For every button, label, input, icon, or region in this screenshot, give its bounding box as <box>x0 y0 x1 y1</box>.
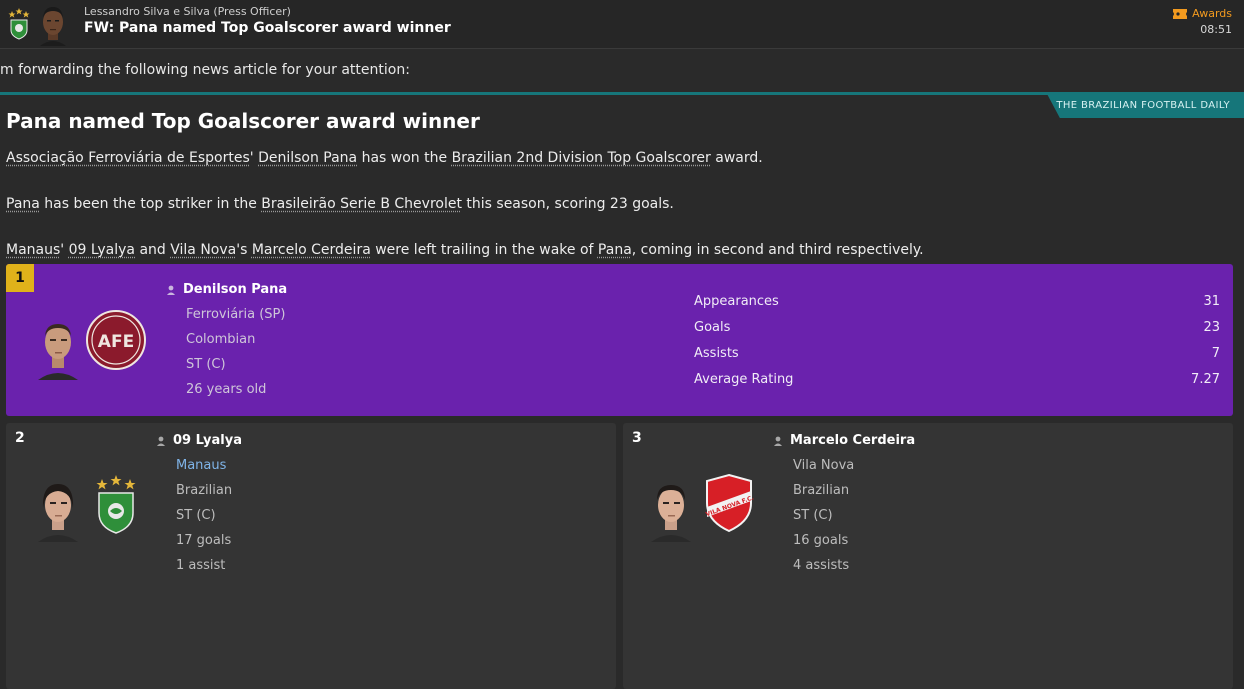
article-headline: Pana named Top Goalscorer award winner <box>6 109 480 133</box>
club-link-manaus[interactable]: Manaus <box>6 242 60 258</box>
second-name-row[interactable]: 09 Lyalya <box>156 433 242 448</box>
player-link-09-lyalya[interactable]: 09 Lyalya <box>69 242 135 258</box>
winner-card-third: 3 VILA NOVA F.C. Marcelo Cerdeira Vila N… <box>623 423 1233 689</box>
rank-number-third: 3 <box>632 430 642 446</box>
text-fragment: were left trailing in the wake of <box>370 242 598 258</box>
sender-name: Lessandro Silva e Silva (Press Officer) <box>84 5 291 18</box>
club-link-ferroviaria[interactable]: Associação Ferroviária de Esportes <box>6 150 250 166</box>
message-header: Lessandro Silva e Silva (Press Officer) … <box>0 0 1244 49</box>
player-link-marcelo-cerdeira[interactable]: Marcelo Cerdeira <box>252 242 371 258</box>
awards-category-label: Awards <box>1192 7 1232 20</box>
text-fragment: and <box>135 242 171 258</box>
player-assists: 4 assists <box>793 558 850 573</box>
article-paragraph-2: Pana has been the top striker in the Bra… <box>6 196 674 212</box>
stat-row-average-rating: Average Rating 7.27 <box>694 372 1220 387</box>
player-nationality: Brazilian <box>793 483 850 498</box>
message-time: 08:51 <box>1200 23 1232 36</box>
stat-row-goals: Goals 23 <box>694 320 1220 335</box>
stat-value: 23 <box>1203 320 1220 335</box>
player-name: 09 Lyalya <box>173 433 242 448</box>
award-link[interactable]: Brazilian 2nd Division Top Goalscorer <box>452 150 711 166</box>
player-goals: 16 goals <box>793 533 849 548</box>
news-article: THE BRAZILIAN FOOTBALL DAILY Pana named … <box>0 92 1244 689</box>
player-nationality: Colombian <box>186 332 256 347</box>
club-link-vila-nova[interactable]: Vila Nova <box>170 242 236 258</box>
stat-label: Goals <box>694 320 731 335</box>
ferroviaria-crest-icon[interactable]: AFE <box>86 310 146 370</box>
player-face-09-lyalya[interactable] <box>36 478 80 542</box>
player-age: 26 years old <box>186 382 267 397</box>
person-icon <box>167 285 175 295</box>
stat-row-appearances: Appearances 31 <box>694 294 1220 309</box>
text-fragment: ' <box>249 150 259 166</box>
text-fragment: has been the top striker in the <box>39 196 262 212</box>
forward-intro-text: m forwarding the following news article … <box>0 62 410 78</box>
person-icon <box>774 436 782 446</box>
article-paragraph-3: Manaus' 09 Lyalya and Vila Nova's Marcel… <box>6 242 924 258</box>
player-club[interactable]: Vila Nova <box>793 458 854 473</box>
player-name: Marcelo Cerdeira <box>790 433 916 448</box>
awards-category-link[interactable]: Awards <box>1173 7 1232 20</box>
player-link-pana-2[interactable]: Pana <box>598 242 632 258</box>
text-fragment: 's <box>236 242 252 258</box>
article-paragraph-1: Associação Ferroviária de Esportes' Deni… <box>6 150 763 166</box>
player-club[interactable]: Ferroviária (SP) <box>186 307 285 322</box>
third-name-row[interactable]: Marcelo Cerdeira <box>773 433 915 448</box>
ticket-icon <box>1173 8 1188 19</box>
text-fragment: has won the <box>357 150 452 166</box>
player-club[interactable]: Manaus <box>176 458 226 473</box>
stat-label: Appearances <box>694 294 779 309</box>
stat-value: 7.27 <box>1191 372 1220 387</box>
manaus-crest-icon[interactable] <box>86 475 146 535</box>
club-badge-icon[interactable] <box>8 8 30 40</box>
stat-row-assists: Assists 7 <box>694 346 1220 361</box>
text-fragment: , coming in second and third respectivel… <box>631 242 924 258</box>
winner-card-first: 1 AFE Denilson Pana Ferroviária (SP) Col… <box>6 264 1233 416</box>
player-position: ST (C) <box>176 508 216 523</box>
stat-label: Average Rating <box>694 372 794 387</box>
rank-number-second: 2 <box>15 430 25 446</box>
player-position: ST (C) <box>186 357 226 372</box>
press-officer-avatar[interactable] <box>36 2 70 46</box>
rank-badge-first: 1 <box>6 264 34 292</box>
player-goals: 17 goals <box>176 533 232 548</box>
vila-nova-crest-icon[interactable]: VILA NOVA F.C. <box>699 473 759 533</box>
stat-label: Assists <box>694 346 739 361</box>
player-link-pana[interactable]: Pana <box>6 196 40 212</box>
message-subject: FW: Pana named Top Goalscorer award winn… <box>84 20 451 36</box>
person-icon <box>157 436 165 446</box>
text-fragment: ' <box>60 242 69 258</box>
publication-name: THE BRAZILIAN FOOTBALL DAILY <box>1056 100 1230 111</box>
stat-value: 31 <box>1203 294 1220 309</box>
player-link-denilson-pana[interactable]: Denilson Pana <box>258 150 357 166</box>
player-name: Denilson Pana <box>183 282 288 297</box>
winner-card-second: 2 09 Lyalya Manaus Brazilian ST (C) 17 g… <box>6 423 616 689</box>
player-face-denilson-pana[interactable] <box>36 316 80 380</box>
player-face-marcelo-cerdeira[interactable] <box>649 478 693 542</box>
crest-lettering: AFE <box>98 332 134 352</box>
competition-link[interactable]: Brasileirão Serie B Chevrolet <box>261 196 462 212</box>
winner-name-row[interactable]: Denilson Pana <box>166 282 287 297</box>
player-position: ST (C) <box>793 508 833 523</box>
text-fragment: award. <box>710 150 763 166</box>
player-assists: 1 assist <box>176 558 226 573</box>
stat-value: 7 <box>1211 346 1220 361</box>
player-nationality: Brazilian <box>176 483 233 498</box>
text-fragment: this season, scoring 23 goals. <box>461 196 674 212</box>
